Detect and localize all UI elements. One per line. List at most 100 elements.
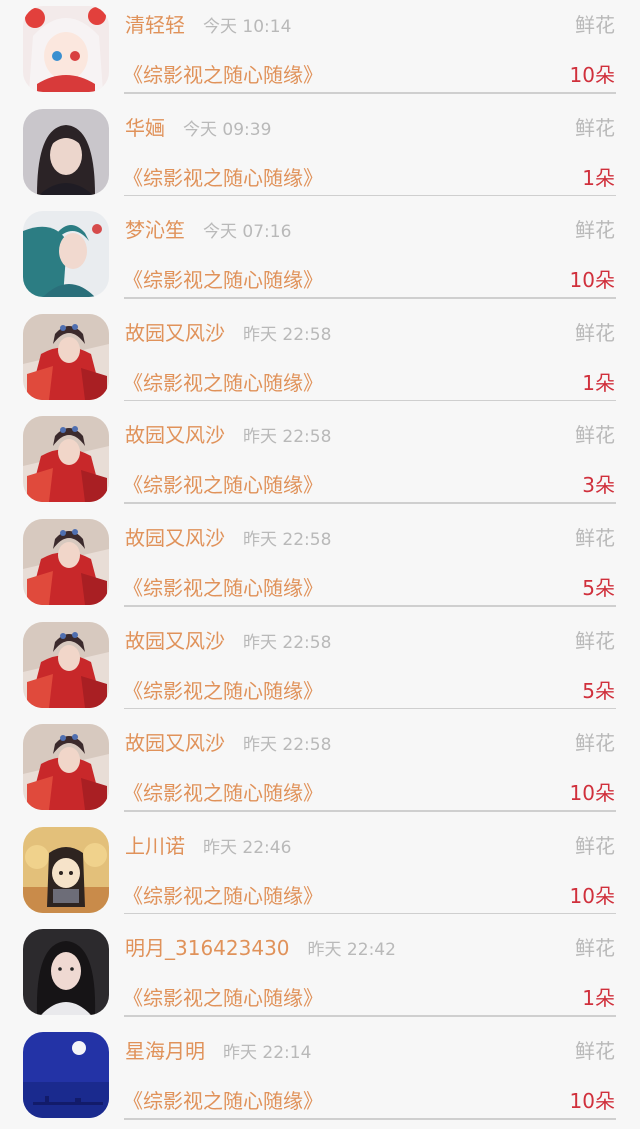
list-item[interactable]: 故园又风沙 昨天 22:58 鲜花《综影视之随心随缘》 3朵 xyxy=(0,410,640,513)
avatar[interactable] xyxy=(23,724,109,811)
gift-type: 鲜花 xyxy=(575,423,615,448)
divider xyxy=(124,912,616,915)
sender-name[interactable]: 华婳 今天 09:39 xyxy=(125,113,271,145)
divider xyxy=(124,399,616,402)
timestamp: 今天 09:39 xyxy=(183,119,272,140)
sender-name[interactable]: 明月_316423430 昨天 22:42 xyxy=(125,933,396,965)
sender-name[interactable]: 星海月明 昨天 22:14 xyxy=(125,1036,311,1068)
avatar[interactable] xyxy=(23,826,109,913)
book-title[interactable]: 《综影视之随心随缘》 xyxy=(123,676,323,706)
gift-count: 10朵 xyxy=(569,63,615,87)
list-item[interactable]: 华婳 今天 09:39 鲜花《综影视之随心随缘》 1朵 xyxy=(0,103,640,206)
divider xyxy=(124,810,616,812)
gift-record-list: 清轻轻 今天 10:14 鲜花 《综影视之随心随缘》 10朵 华婳 今天 09:39 鲜花 《综… xyxy=(0,0,640,1122)
avatar[interactable] xyxy=(23,519,109,605)
timestamp: 昨天 22:58 xyxy=(243,324,332,345)
sender-name[interactable]: 清轻轻 今天 10:14 xyxy=(125,10,291,42)
list-item[interactable]: 清轻轻 今天 10:14 鲜花《综影视之随心随缘》 10朵 xyxy=(0,0,640,103)
timestamp: 今天 10:14 xyxy=(203,17,292,37)
sender-name[interactable]: 故园又风沙 昨天 22:58 xyxy=(125,523,331,555)
divider xyxy=(124,605,616,607)
list-item[interactable]: 上川诺 昨天 22:46 鲜花《综影视之随心随缘》 10朵 xyxy=(0,821,640,924)
list-item[interactable]: 梦沁笙 今天 07:16 鲜花《综影视之随心随缘》 10朵 xyxy=(0,205,640,308)
book-title[interactable]: 《综影视之随心随缘》 xyxy=(123,265,323,295)
gift-type: 鲜花 xyxy=(575,115,615,140)
gift-type: 鲜花 xyxy=(575,13,615,37)
avatar[interactable] xyxy=(23,416,109,503)
avatar[interactable] xyxy=(23,1032,109,1118)
gift-type: 鲜花 xyxy=(575,731,615,756)
sender-name-text[interactable]: 梦沁笙 xyxy=(125,218,185,242)
gift-count: 10朵 xyxy=(569,883,615,908)
gift-count: 1朵 xyxy=(582,986,615,1011)
gift-type: 鲜花 xyxy=(575,1039,615,1063)
gift-count: 1朵 xyxy=(582,370,615,395)
divider xyxy=(124,1118,616,1120)
divider xyxy=(124,92,616,94)
sender-name-text[interactable]: 故园又风沙 xyxy=(125,423,225,447)
book-title[interactable]: 《综影视之随心随缘》 xyxy=(123,1086,323,1116)
divider xyxy=(124,297,616,299)
list-item[interactable]: 故园又风沙 昨天 22:58 鲜花《综影视之随心随缘》 5朵 xyxy=(0,513,640,616)
list-item[interactable]: 故园又风沙 昨天 22:58 鲜花《综影视之随心随缘》 10朵 xyxy=(0,718,640,821)
sender-name-text[interactable]: 故园又风沙 xyxy=(125,526,225,550)
avatar[interactable] xyxy=(23,6,109,92)
avatar[interactable] xyxy=(23,621,109,708)
timestamp: 昨天 22:58 xyxy=(243,632,332,653)
book-title[interactable]: 《综影视之随心随缘》 xyxy=(123,983,323,1013)
sender-name-text[interactable]: 华婳 xyxy=(125,116,165,140)
gift-type: 鲜花 xyxy=(575,833,615,858)
book-title[interactable]: 《综影视之随心随缘》 xyxy=(123,573,323,603)
sender-name[interactable]: 故园又风沙 昨天 22:58 xyxy=(125,420,331,452)
sender-name-text[interactable]: 故园又风沙 xyxy=(125,321,225,345)
divider xyxy=(124,502,616,504)
book-title[interactable]: 《综影视之随心随缘》 xyxy=(123,470,323,500)
gift-count: 10朵 xyxy=(569,781,615,806)
divider xyxy=(124,707,616,710)
book-title[interactable]: 《综影视之随心随缘》 xyxy=(123,163,323,193)
divider xyxy=(124,1015,616,1017)
sender-name[interactable]: 上川诺 昨天 22:46 xyxy=(125,831,291,863)
gift-type: 鲜花 xyxy=(575,526,615,550)
sender-name-text[interactable]: 星海月明 xyxy=(125,1039,205,1063)
book-title[interactable]: 《综影视之随心随缘》 xyxy=(123,60,323,90)
timestamp: 昨天 22:58 xyxy=(243,530,332,550)
timestamp: 昨天 22:14 xyxy=(223,1043,312,1063)
sender-name-text[interactable]: 故园又风沙 xyxy=(125,629,225,653)
gift-count: 5朵 xyxy=(582,678,615,703)
avatar[interactable] xyxy=(23,929,109,1016)
timestamp: 昨天 22:58 xyxy=(243,427,332,448)
sender-name[interactable]: 梦沁笙 今天 07:16 xyxy=(125,215,291,247)
sender-name-text[interactable]: 清轻轻 xyxy=(125,13,185,37)
gift-count: 1朵 xyxy=(582,165,615,190)
timestamp: 昨天 22:58 xyxy=(243,735,332,756)
divider xyxy=(124,194,616,197)
list-item[interactable]: 星海月明 昨天 22:14 鲜花《综影视之随心随缘》 10朵 xyxy=(0,1026,640,1129)
gift-type: 鲜花 xyxy=(575,320,615,345)
avatar[interactable] xyxy=(23,211,109,298)
sender-name[interactable]: 故园又风沙 昨天 22:58 xyxy=(125,626,331,658)
book-title[interactable]: 《综影视之随心随缘》 xyxy=(123,881,323,911)
gift-count: 3朵 xyxy=(582,473,615,498)
list-item[interactable]: 故园又风沙 昨天 22:58 鲜花《综影视之随心随缘》 1朵 xyxy=(0,308,640,411)
list-item[interactable]: 明月_316423430 昨天 22:42 鲜花《综影视之随心随缘》 1朵 xyxy=(0,923,640,1026)
gift-count: 5朵 xyxy=(582,576,615,600)
sender-name-text[interactable]: 故园又风沙 xyxy=(125,731,225,755)
gift-type: 鲜花 xyxy=(575,628,615,653)
timestamp: 昨天 22:42 xyxy=(307,940,396,961)
sender-name[interactable]: 故园又风沙 昨天 22:58 xyxy=(125,728,331,760)
timestamp: 今天 07:16 xyxy=(203,222,292,243)
sender-name-text[interactable]: 上川诺 xyxy=(125,834,185,858)
sender-name-text[interactable]: 明月_316423430 xyxy=(125,936,290,960)
gift-count: 10朵 xyxy=(569,268,615,293)
book-title[interactable]: 《综影视之随心随缘》 xyxy=(123,368,323,398)
book-title[interactable]: 《综影视之随心随缘》 xyxy=(123,778,323,808)
avatar[interactable] xyxy=(23,108,109,195)
timestamp: 昨天 22:46 xyxy=(203,837,292,858)
sender-name[interactable]: 故园又风沙 昨天 22:58 xyxy=(125,318,331,350)
list-item[interactable]: 故园又风沙 昨天 22:58 鲜花《综影视之随心随缘》 5朵 xyxy=(0,616,640,719)
gift-type: 鲜花 xyxy=(575,936,615,961)
gift-type: 鲜花 xyxy=(575,218,615,243)
avatar[interactable] xyxy=(23,313,109,400)
gift-count: 10朵 xyxy=(569,1089,615,1113)
